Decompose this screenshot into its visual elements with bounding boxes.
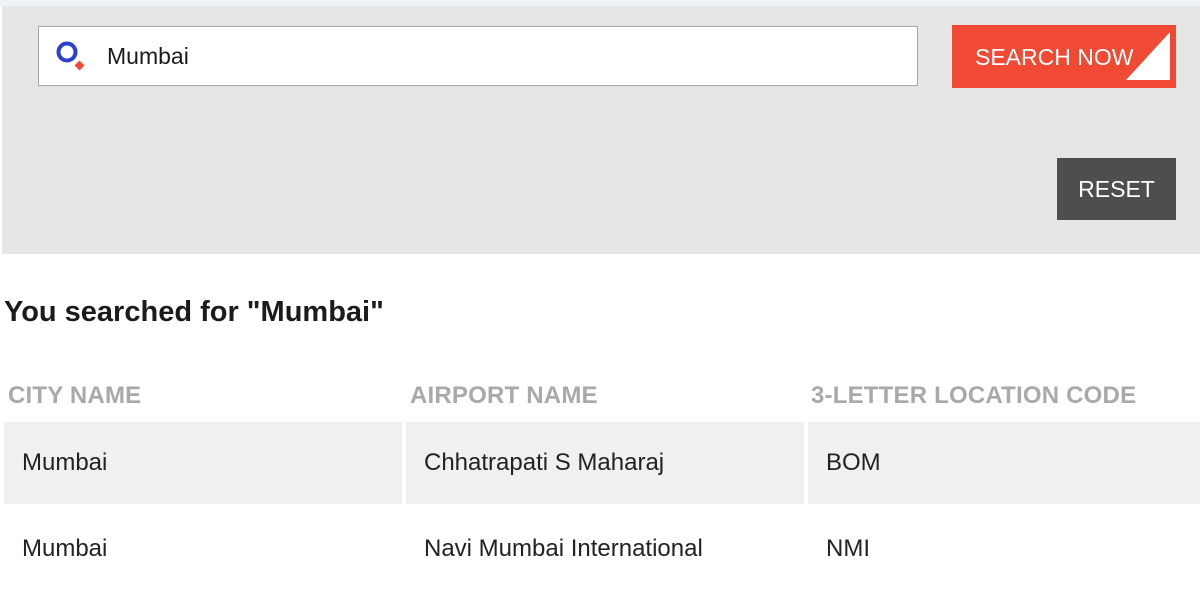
results-table: CITY NAME AIRPORT NAME 3-LETTER LOCATION… <box>4 380 1200 594</box>
result-heading: You searched for "Mumbai" <box>4 296 384 328</box>
cell-city: Mumbai <box>22 535 108 562</box>
search-now-button[interactable]: SEARCH NOW <box>952 25 1176 88</box>
cell-city: Mumbai <box>4 422 402 504</box>
search-input[interactable] <box>107 37 887 75</box>
search-panel: SEARCH NOW RESET <box>2 6 1200 254</box>
header-city-name: CITY NAME <box>8 382 142 409</box>
search-icon <box>56 41 85 71</box>
header-airport-name: AIRPORT NAME <box>410 382 598 409</box>
table-row[interactable]: Mumbai Navi Mumbai International NMI <box>4 508 1200 590</box>
cell-airport: Chhatrapati S Maharaj <box>406 422 804 504</box>
table-row[interactable]: Mumbai Chhatrapati S Maharaj BOM <box>4 422 1200 504</box>
table-header: CITY NAME AIRPORT NAME 3-LETTER LOCATION… <box>4 380 1200 422</box>
header-location-code: 3-LETTER LOCATION CODE <box>811 382 1137 409</box>
cell-code: BOM <box>808 422 1200 504</box>
search-box[interactable] <box>38 26 918 86</box>
reset-button[interactable]: RESET <box>1057 158 1176 220</box>
search-now-label: SEARCH NOW <box>975 44 1134 70</box>
cell-code: NMI <box>826 535 870 562</box>
corner-accent <box>1126 32 1170 80</box>
cell-airport: Navi Mumbai International <box>424 535 703 562</box>
